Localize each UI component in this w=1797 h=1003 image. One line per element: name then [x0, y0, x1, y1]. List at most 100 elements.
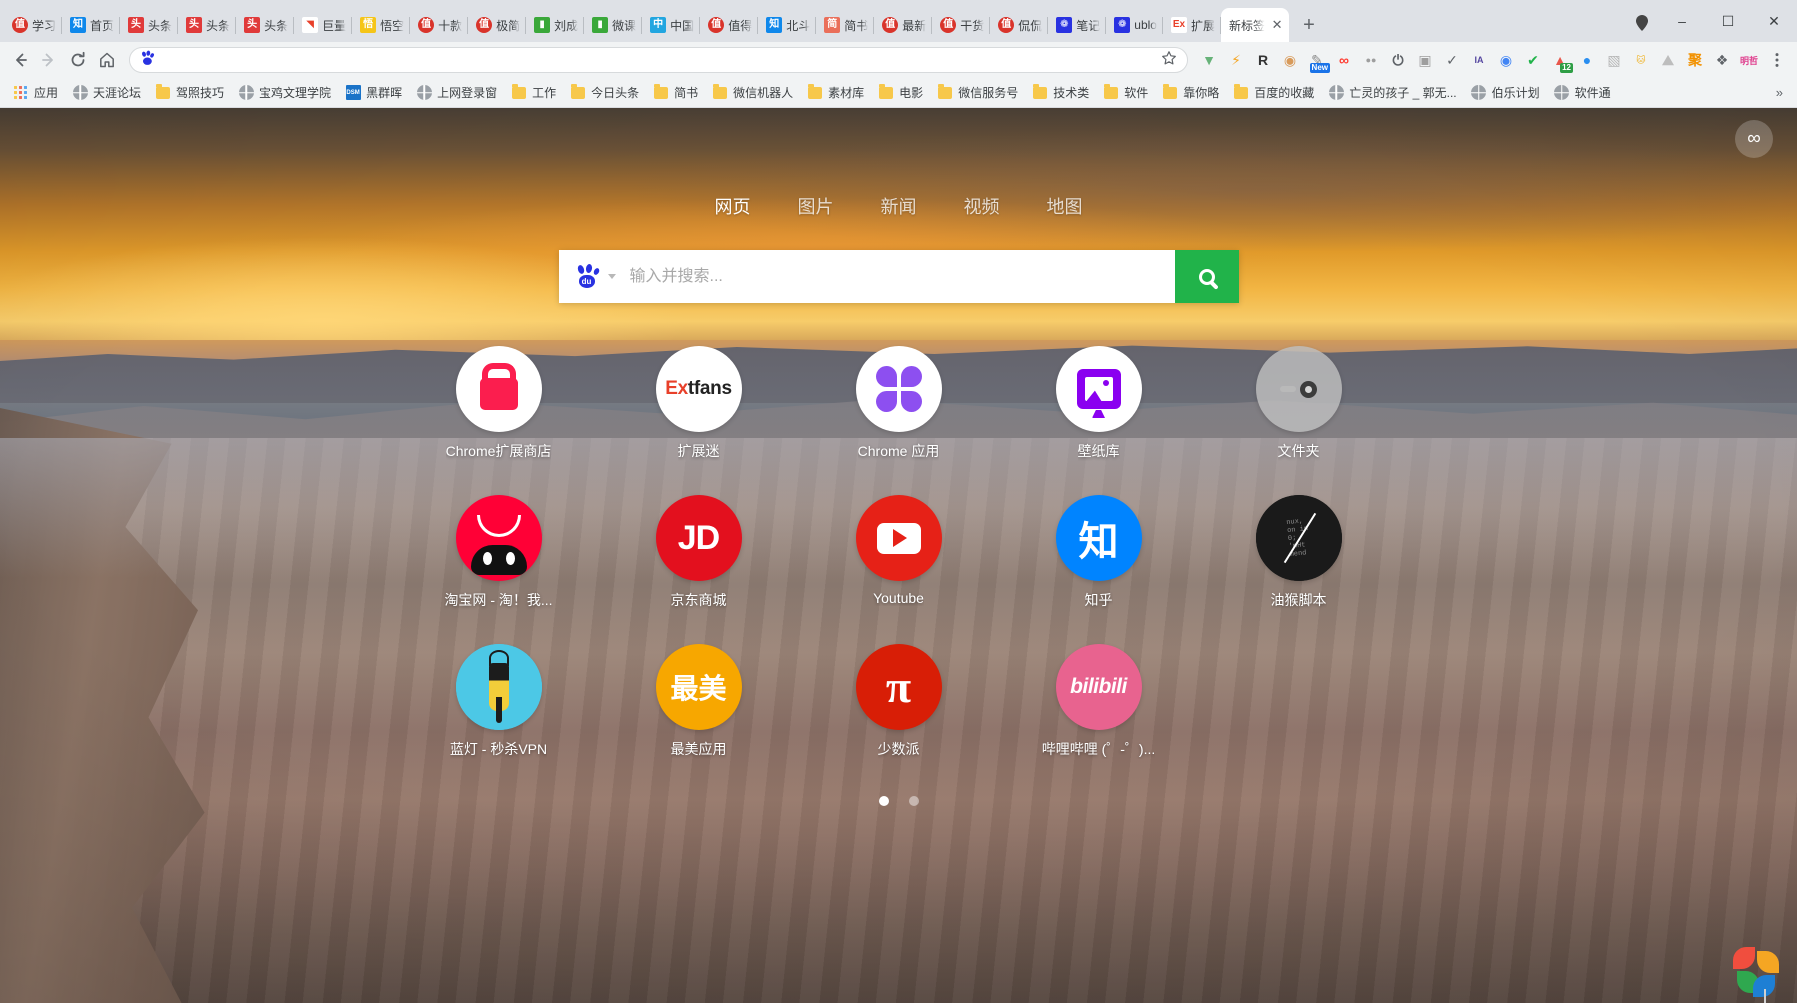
reload-icon[interactable] [64, 46, 92, 74]
profile-avatar[interactable] [1625, 6, 1659, 40]
bookmark-item[interactable]: 软件 [1096, 81, 1155, 104]
bookmark-apps-shortcut[interactable]: 应用 [6, 81, 65, 104]
green-check-circle-icon[interactable]: ✔ [1520, 47, 1546, 73]
shortcut-tile[interactable]: 知知乎 [999, 495, 1199, 610]
youtube-icon[interactable] [855, 495, 942, 581]
bookmarks-overflow-button[interactable]: » [1768, 85, 1791, 100]
nav-link-0[interactable]: 网页 [715, 193, 751, 219]
sspai-pi-icon[interactable]: π [855, 644, 942, 730]
power-toggle-icon[interactable]: ⏻ [1385, 47, 1411, 73]
bookmark-item[interactable]: 百度的收藏 [1226, 81, 1321, 104]
shortcut-tile[interactable]: 文件夹 [1199, 346, 1399, 461]
tampermonkey-icon[interactable]: nux, on in 0;'mHt mend [1255, 495, 1342, 581]
bookmark-item[interactable]: 今日头条 [563, 81, 646, 104]
close-window-button[interactable]: ✕ [1751, 4, 1797, 38]
browser-tab[interactable]: 新标签 ✕ [1221, 8, 1290, 42]
owl-avatar-icon[interactable]: ◉ [1277, 47, 1303, 73]
shortcut-tile[interactable]: Extfans 扩展迷 [599, 346, 799, 461]
mingzhe-avatar-icon[interactable]: 明哲 [1736, 47, 1762, 73]
lantern-icon[interactable] [455, 644, 542, 730]
puzzle-extensions-icon[interactable]: ❖ [1709, 47, 1735, 73]
browser-tab[interactable]: 值值得 [700, 8, 759, 42]
lock-icon[interactable] [455, 346, 542, 432]
tab-close-icon[interactable]: ✕ [1269, 17, 1285, 33]
page-dot[interactable] [908, 796, 919, 806]
nav-link-4[interactable]: 地图 [1047, 193, 1083, 219]
browser-tab[interactable]: 头头条 [178, 8, 237, 42]
bookmark-item[interactable]: 宝鸡文理学院 [231, 81, 338, 104]
zhihu-icon[interactable]: 知 [1055, 495, 1142, 581]
browser-tab[interactable]: 值最新 [874, 8, 933, 42]
goggles-gray-icon[interactable]: ●● [1358, 47, 1384, 73]
bookmark-item[interactable]: 伯乐计划 [1464, 81, 1547, 104]
readcube-r-icon[interactable]: R [1250, 47, 1276, 73]
shortcut-tile[interactable]: nux, on in 0;'mHt mend 油猴脚本 [1199, 495, 1399, 610]
bookmark-item[interactable]: 素材库 [800, 81, 871, 104]
bookmark-item[interactable]: DSM 黑群晖 [338, 81, 409, 104]
adguard-shield-icon[interactable]: ▼ [1196, 47, 1222, 73]
maximize-button[interactable]: ☐ [1705, 4, 1751, 38]
chrome-logo-icon[interactable]: ◉ [1493, 47, 1519, 73]
bookmark-item[interactable]: 驾照技巧 [148, 81, 231, 104]
browser-tab[interactable]: ❁ ublo [1106, 8, 1163, 42]
browser-tab[interactable]: 值侃侃 [990, 8, 1049, 42]
colorful-bolt-icon[interactable]: ⚡ [1223, 47, 1249, 73]
browser-tab[interactable]: 头头条 [120, 8, 179, 42]
ju-orange-icon[interactable]: 聚 [1682, 47, 1708, 73]
bookmark-item[interactable]: 工作 [504, 81, 563, 104]
screenshot-camera-icon[interactable]: ▣ [1412, 47, 1438, 73]
shortcut-tile[interactable]: 淘宝网 - 淘！我... [399, 495, 599, 610]
bookmark-item[interactable]: 上网登录窗 [409, 81, 504, 104]
forward-arrow-icon[interactable] [35, 46, 63, 74]
search-submit-button[interactable] [1174, 250, 1239, 303]
infinity-red-icon[interactable]: ∞ [1331, 47, 1357, 73]
bookmark-item[interactable]: 简书 [646, 81, 705, 104]
browser-tab[interactable]: 中中国 [642, 8, 701, 42]
bookmark-item[interactable]: 靠你略 [1155, 81, 1226, 104]
bookmark-item[interactable]: 电影 [871, 81, 930, 104]
shortcut-tile[interactable]: 蓝灯 - 秒杀VPN [399, 644, 599, 759]
nav-link-3[interactable]: 视频 [964, 193, 1000, 219]
page-dot[interactable] [878, 796, 889, 806]
search-input[interactable] [629, 250, 1175, 303]
address-bar[interactable] [129, 47, 1188, 73]
search-engine-selector[interactable]: du [559, 263, 630, 289]
browser-tab[interactable]: 值十款 [410, 8, 469, 42]
english-pen-icon[interactable]: ✎ New [1304, 47, 1330, 73]
bookmark-item[interactable]: 微信服务号 [930, 81, 1025, 104]
shortcut-tile[interactable]: π 少数派 [799, 644, 999, 759]
browser-tab[interactable]: 头头条 [236, 8, 295, 42]
browser-tab[interactable]: 知北斗 [758, 8, 817, 42]
internet-archive-icon[interactable]: IA [1466, 47, 1492, 73]
checkmark-icon[interactable]: ✓ [1439, 47, 1465, 73]
back-arrow-icon[interactable] [6, 46, 34, 74]
shortcut-tile[interactable]: 最美 最美应用 [599, 644, 799, 759]
bookmark-item[interactable]: 技术类 [1025, 81, 1096, 104]
bookmark-item[interactable]: 软件通 [1547, 81, 1618, 104]
zuimei-icon[interactable]: 最美 [655, 644, 742, 730]
bilibili-icon[interactable]: bilibili [1055, 644, 1142, 730]
browser-tab[interactable]: ❁ 笔记 [1048, 8, 1107, 42]
browser-tab[interactable]: ◥ 巨量 [294, 8, 353, 42]
blue-drop-icon[interactable]: ● [1574, 47, 1600, 73]
browser-tab[interactable]: 值极简 [468, 8, 527, 42]
nav-link-2[interactable]: 新闻 [881, 193, 917, 219]
browser-tab[interactable]: ▮ 微课 [584, 8, 643, 42]
browser-tab[interactable]: Ex 扩展 [1163, 8, 1221, 42]
shortcut-tile[interactable]: Youtube [799, 495, 999, 610]
extfans-wordmark[interactable]: Extfans [655, 346, 742, 432]
bookmark-item[interactable]: 微信机器人 [705, 81, 800, 104]
taobao-icon[interactable] [455, 495, 542, 581]
folder-stack-icon[interactable] [1255, 346, 1342, 432]
cat-icon-icon[interactable]: 🐱 [1628, 47, 1654, 73]
three-dot-menu-icon[interactable] [1763, 46, 1791, 74]
new-tab-button[interactable]: + [1295, 11, 1323, 39]
shortcut-tile[interactable]: 壁纸库 [999, 346, 1199, 461]
browser-tab[interactable]: 简简书 [816, 8, 875, 42]
browser-tab[interactable]: ▮ 刘成 [526, 8, 585, 42]
star-icon[interactable] [1161, 50, 1177, 71]
browser-tab[interactable]: 值干货 [932, 8, 991, 42]
browser-tab[interactable]: 知首页 [62, 8, 121, 42]
infinity-button[interactable]: ∞ [1735, 120, 1773, 158]
bookmark-item[interactable]: 天涯论坛 [65, 81, 148, 104]
